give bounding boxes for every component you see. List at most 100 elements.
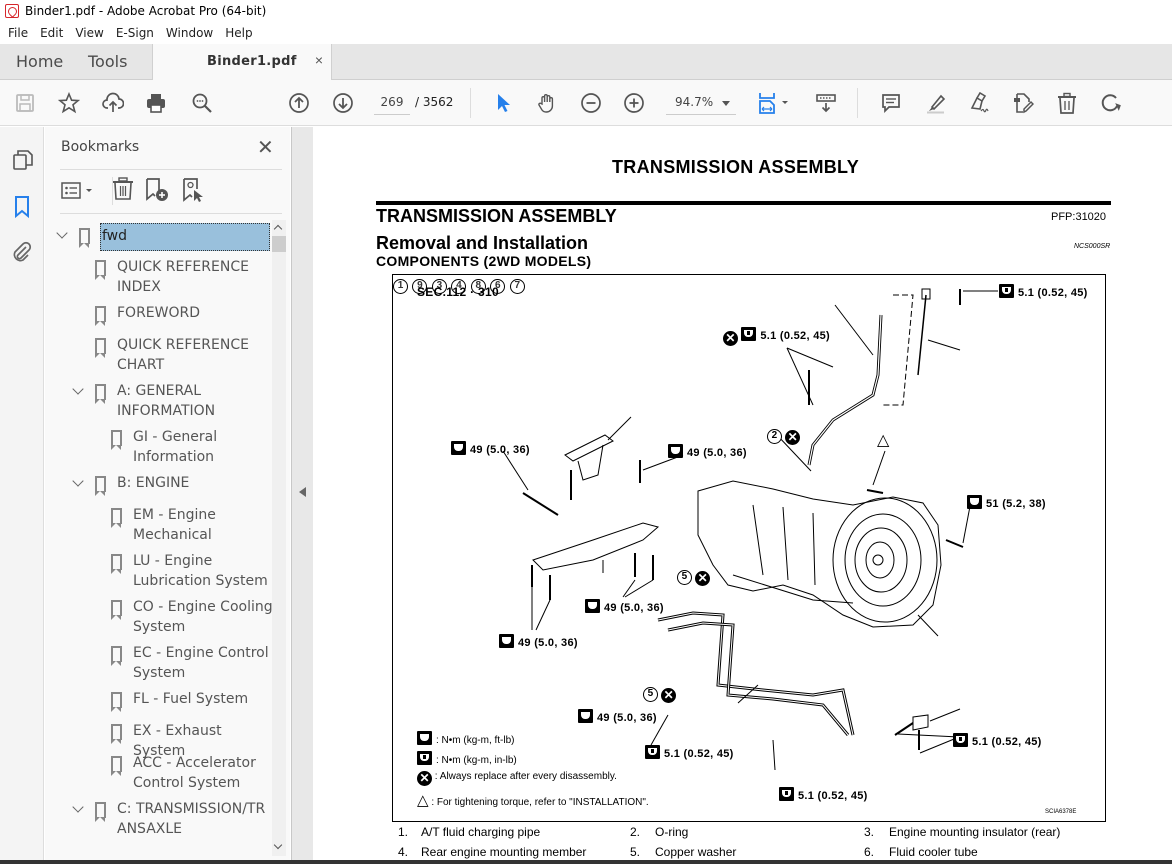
rotate-icon[interactable] [1099,91,1123,115]
scroll-mode-icon[interactable] [814,91,838,115]
replace-icon: ✕ [785,430,801,445]
part-number: 1. [398,825,409,839]
replace-icon: ✕ [723,331,738,346]
o-ring-callout: 2 ✕ [767,429,801,445]
bookmark-item-transmission[interactable]: C: TRANSMISSION/TRANSAXLE [117,799,269,839]
chevron-down-icon[interactable] [56,227,68,239]
close-tab-icon[interactable]: × [315,52,323,68]
window-title: Binder1.pdf - Adobe Acrobat Pro (64-bit) [25,4,267,18]
part-name: Copper washer [655,845,737,859]
torque-ft-lb-icon [585,599,600,613]
callout-5: 5 [643,687,658,702]
bookmark-item-quick-reference-index[interactable]: QUICK REFERENCE INDEX [117,257,267,297]
menu-view[interactable]: View [75,26,103,40]
bookmark-item-lu[interactable]: LU - Engine Lubrication System [133,551,273,591]
tab-tools[interactable]: Tools [88,44,127,80]
delete-icon[interactable] [1055,91,1079,115]
torque-in-lb-icon [417,751,432,765]
bookmark-item-acc[interactable]: ACC - Accelerator Control System [133,753,263,793]
bookmark-from-selection-icon[interactable] [182,177,206,208]
upload-cloud-icon[interactable] [101,91,125,115]
bookmark-item-foreword[interactable]: FOREWORD [117,303,267,323]
bookmark-icon [95,260,106,280]
part-name: Rear engine mounting member [421,845,587,859]
tab-document-label: Binder1.pdf [207,54,297,69]
subtitle: Removal and Installation [376,233,589,253]
legend-item: ✕ : Always replace after every disassemb… [417,771,617,786]
attachments-icon[interactable] [11,241,33,268]
zoom-in-icon[interactable] [622,91,646,115]
edit-pdf-icon[interactable] [1011,91,1035,115]
torque-in-lb-icon [953,733,968,747]
fit-page-icon[interactable] [757,91,791,115]
panel-splitter[interactable] [291,127,313,860]
scroll-up-icon[interactable] [273,224,283,234]
bookmark-item-co[interactable]: CO - Engine Cooling System [133,597,273,637]
previous-page-icon[interactable] [287,91,311,115]
zoom-level-select[interactable]: 94.7% [666,95,736,115]
bookmark-item-quick-reference-chart[interactable]: QUICK REFERENCE CHART [117,335,267,375]
delete-bookmark-icon[interactable] [112,177,134,206]
star-icon[interactable] [57,91,81,115]
torque-ft-lb-icon [417,731,432,745]
menu-esign[interactable]: E-Sign [116,26,154,40]
menu-window[interactable]: Window [166,26,213,40]
chevron-down-icon[interactable] [72,801,84,813]
torque-label: 5.1 (0.52, 45) [779,787,868,802]
tab-document[interactable]: Binder1.pdf × [152,44,332,81]
toolbar-separator [470,88,471,118]
bookmark-item-em[interactable]: EM - Engine Mechanical [133,505,253,545]
collapse-panel-icon[interactable] [299,487,306,497]
page-thumbnails-icon[interactable] [12,149,34,176]
next-page-icon[interactable] [331,91,355,115]
menu-edit[interactable]: Edit [40,26,63,40]
torque-label: 5.1 (0.52, 45) [999,284,1088,299]
tab-home[interactable]: Home [16,44,63,80]
bookmark-icon [111,646,122,666]
chevron-down-icon[interactable] [72,475,84,487]
bookmark-icon [111,554,122,574]
comment-icon[interactable] [879,91,903,115]
search-zoom-icon[interactable] [190,91,214,115]
menu-file[interactable]: File [8,26,28,40]
select-cursor-icon[interactable] [491,91,515,115]
bookmark-icon [95,476,106,496]
toolbar-separator [857,88,858,118]
hand-icon[interactable] [535,91,559,115]
bookmark-item-gi[interactable]: GI - General Information [133,427,253,467]
bookmark-item-fl[interactable]: FL - Fuel System [133,689,273,709]
sign-icon[interactable] [967,91,991,115]
bookmark-icon [111,724,122,744]
highlight-icon[interactable] [923,91,947,115]
bookmark-item-general-information[interactable]: A: GENERAL INFORMATION [117,381,247,421]
new-bookmark-icon[interactable] [145,177,171,208]
close-panel-icon[interactable]: ✕ [257,135,274,160]
page-total: / 3562 [415,95,454,109]
bookmark-options-icon[interactable] [61,181,97,206]
divider [60,169,282,170]
bookmarks-scrollbar[interactable] [272,220,286,856]
callout-2: 2 [767,429,782,444]
bookmark-item-engine[interactable]: B: ENGINE [117,473,267,493]
copper-washer-callout: 5 ✕ [677,570,711,586]
replace-icon: ✕ [417,771,432,786]
copper-washer-callout: 5 ✕ [643,687,677,703]
chevron-down-icon[interactable] [72,383,84,395]
document-view[interactable]: TRANSMISSION ASSEMBLY TRANSMISSION ASSEM… [314,127,1172,860]
bookmark-item-fwd[interactable]: fwd [102,226,127,246]
page-number-input[interactable]: 269 [374,95,410,115]
bookmark-item-ec[interactable]: EC - Engine Control System [133,643,273,683]
print-icon[interactable] [144,91,168,115]
divider [60,213,282,214]
ncs-code: NCS000SR [1074,243,1111,250]
bookmark-icon [111,692,122,712]
scroll-down-icon[interactable] [273,840,283,850]
save-icon[interactable] [13,91,37,115]
bookmarks-panel-icon[interactable] [13,195,33,224]
zoom-out-icon[interactable] [579,91,603,115]
menu-help[interactable]: Help [225,26,252,40]
bookmark-icon [95,306,106,326]
torque-in-lb-icon [999,284,1014,298]
scrollbar-thumb[interactable] [272,236,286,252]
section-title: TRANSMISSION ASSEMBLY [376,206,617,226]
